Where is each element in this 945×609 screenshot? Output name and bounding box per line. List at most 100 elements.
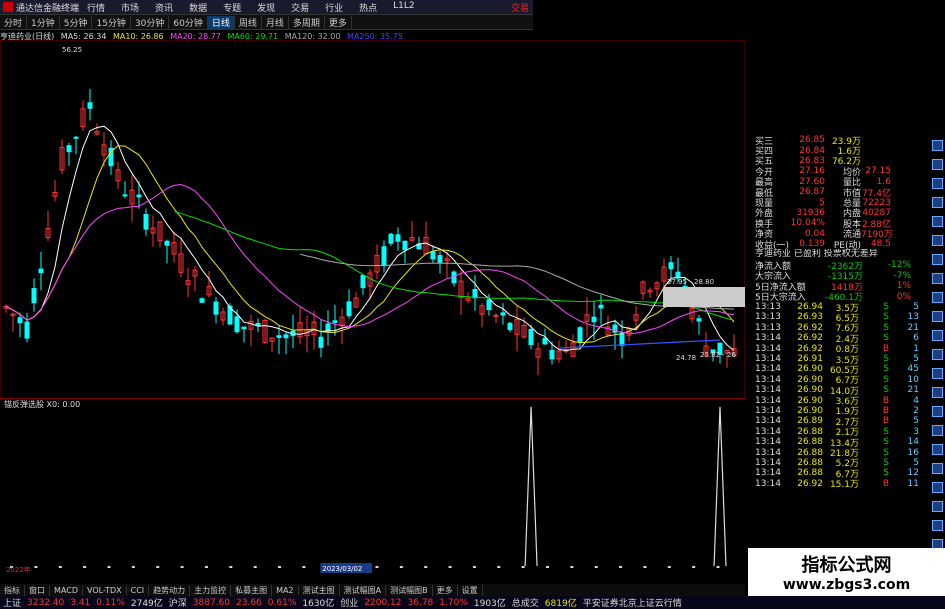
indicator-tab[interactable]: 指标: [0, 584, 25, 596]
side-tool-icon[interactable]: [932, 463, 943, 474]
ticks-cell: S: [883, 322, 889, 333]
indicator-tab[interactable]: 设置: [458, 584, 483, 596]
candle-body: [696, 318, 702, 322]
candle-body: [402, 240, 408, 251]
indicator-tab[interactable]: 主力监控: [190, 584, 232, 596]
period-button[interactable]: 多周期: [289, 15, 325, 29]
ticks-cell: S: [883, 457, 889, 468]
ticks-cell: 13:14: [755, 395, 781, 406]
period-button[interactable]: 15分钟: [92, 15, 131, 29]
period-button[interactable]: 日线: [207, 15, 235, 29]
menu-item[interactable]: 市场: [113, 1, 147, 14]
candle-body: [360, 274, 366, 289]
candle-body: [66, 145, 72, 153]
menu-item[interactable]: 专题: [215, 1, 249, 14]
side-tool-icon[interactable]: [932, 501, 943, 512]
ticks-cell: B: [882, 416, 889, 427]
ticks-cell: 14: [907, 437, 919, 448]
ticks-cell: S: [883, 385, 889, 396]
candle-body: [437, 255, 443, 263]
stats-cell: 31936: [796, 207, 825, 218]
candle-body: [486, 299, 492, 311]
main-menu: 行情 市场 资讯 数据 专题 发现 交易 行业 热点 L1L2: [79, 1, 423, 14]
sh-pct: 0.11%: [96, 597, 125, 608]
trade-menu[interactable]: 交易: [511, 1, 533, 14]
indicator-chart[interactable]: 1.000.900.800.700.600.500.400.300.200.10…: [0, 398, 745, 574]
side-tool-icon[interactable]: [932, 216, 943, 227]
side-tool-icon[interactable]: [932, 520, 943, 531]
period-button[interactable]: 1分钟: [27, 15, 60, 29]
cy-pct: 1.70%: [439, 597, 468, 608]
ticks-cell: 26.88: [797, 426, 823, 437]
candle-body: [507, 322, 513, 331]
side-tool-icon[interactable]: [932, 273, 943, 284]
side-tool-icon[interactable]: [932, 368, 943, 379]
candle-body: [332, 320, 338, 323]
indicator-tab[interactable]: 测试幅图A: [340, 584, 387, 596]
side-tool-icon[interactable]: [932, 330, 943, 341]
side-tool-icon[interactable]: [932, 349, 943, 360]
menu-item[interactable]: L1L2: [385, 1, 422, 14]
side-tool-icon[interactable]: [932, 482, 943, 493]
side-tool-icon[interactable]: [932, 387, 943, 398]
indicator-tab[interactable]: 测试主图: [299, 584, 340, 596]
side-tool-icon[interactable]: [932, 159, 943, 170]
menu-item[interactable]: 资讯: [147, 1, 181, 14]
indicator-dot: [375, 566, 379, 569]
indicator-tabs: 指标 窗口 MACD VOL-TDX CCI 趋势动力 主力监控 私募主图 MA2 测试主图 测试幅…: [0, 584, 745, 596]
menu-item[interactable]: 行业: [317, 1, 351, 14]
menu-item[interactable]: 热点: [351, 1, 385, 14]
indicator-tab[interactable]: 私募主图: [231, 584, 273, 596]
ticks-cell: 15.1万: [829, 480, 859, 491]
indicator-dot: [546, 566, 549, 569]
indicator-tab[interactable]: MACD: [50, 585, 83, 595]
candlestick-chart[interactable]: 48.0046.0044.0042.0040.0038.0036.0034.00…: [0, 40, 745, 400]
side-tool-icon[interactable]: [932, 406, 943, 417]
side-tool-icon[interactable]: [932, 425, 943, 436]
watermark-url: www.zbgs3.com: [782, 577, 911, 593]
period-button[interactable]: 更多: [325, 15, 352, 29]
candle-body: [395, 234, 401, 242]
menu-item[interactable]: 发现: [249, 1, 283, 14]
title-bar: 通达信金融终端 行情 市场 资讯 数据 专题 发现 交易 行业 热点 L1L2 交易: [0, 0, 533, 15]
ticks-cell: B: [882, 343, 889, 354]
side-tool-icon[interactable]: [932, 254, 943, 265]
side-tool-icon[interactable]: [932, 178, 943, 189]
ma20-line: [5, 183, 735, 334]
indicator-dot: [156, 566, 160, 569]
ticks-cell: 13:14: [755, 447, 781, 458]
indicator-tab[interactable]: VOL-TDX: [83, 585, 127, 595]
side-tool-icon[interactable]: [932, 197, 943, 208]
side-tool-icon[interactable]: [932, 235, 943, 246]
menu-item[interactable]: 行情: [79, 1, 113, 14]
ticks-cell: 5: [913, 457, 919, 468]
ticks-cell: 3: [913, 426, 919, 437]
side-tool-icon[interactable]: [932, 140, 943, 151]
menu-item[interactable]: 交易: [283, 1, 317, 14]
side-toolbar: [930, 140, 945, 590]
indicator-tab[interactable]: MA2: [272, 585, 299, 595]
indicator-tab[interactable]: CCI: [127, 585, 150, 595]
menu-item[interactable]: 数据: [181, 1, 215, 14]
period-button[interactable]: 月线: [262, 15, 289, 29]
indicator-dot: [229, 566, 233, 569]
side-tool-icon[interactable]: [932, 292, 943, 303]
indicator-tab[interactable]: 测试幅图B: [386, 584, 433, 596]
indicator-tab[interactable]: 更多: [433, 584, 458, 596]
candle-body: [591, 316, 597, 323]
side-tool-icon[interactable]: [932, 444, 943, 455]
ticks-cell: 26.93: [797, 312, 823, 323]
indicator-tab[interactable]: 窗口: [25, 584, 50, 596]
period-button[interactable]: 分时: [0, 15, 28, 29]
candle-body: [199, 298, 205, 303]
side-tool-icon[interactable]: [932, 311, 943, 322]
period-button[interactable]: 5分钟: [60, 15, 93, 29]
ticks-cell: 13: [907, 312, 919, 323]
asks-cell: 26.84: [799, 145, 825, 156]
period-button[interactable]: 60分钟: [169, 15, 208, 29]
ticks-cell: 13:14: [755, 333, 781, 344]
stats-cell: 72223: [862, 197, 891, 208]
period-button[interactable]: 周线: [235, 15, 262, 29]
period-button[interactable]: 30分钟: [131, 15, 170, 29]
indicator-tab[interactable]: 趋势动力: [149, 584, 191, 596]
